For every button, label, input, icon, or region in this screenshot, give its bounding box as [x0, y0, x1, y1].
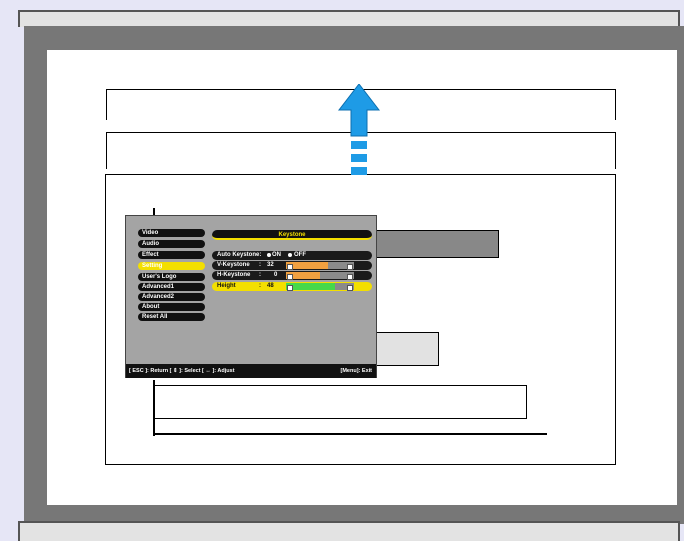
height-value: 48 — [267, 283, 274, 289]
slider-max-marker — [347, 264, 353, 270]
h-keystone-slider[interactable] — [286, 272, 354, 280]
arrow-up-icon — [335, 83, 383, 184]
menu-item-users-logo[interactable]: User's Logo — [138, 273, 205, 281]
menu-item-advanced2[interactable]: Advanced2 — [138, 293, 205, 301]
auto-keystone-label: Auto Keystone: — [217, 252, 262, 258]
h-keystone-value: 0 — [274, 272, 278, 278]
h-keystone-label: H-Keystone — [217, 272, 251, 278]
image-line-bottom — [153, 433, 547, 435]
slider-max-marker — [347, 285, 353, 291]
row-v-keystone[interactable]: V-Keystone : 32 — [212, 261, 372, 270]
row-h-keystone[interactable]: H-Keystone : 0 — [212, 271, 372, 280]
footer-exit: [Menu]: Exit — [340, 368, 372, 374]
v-keystone-slider[interactable] — [286, 262, 354, 270]
slider-max-marker — [347, 274, 353, 280]
osd-footer: [ ESC ]: Return [ ⇕ ]: Select [ ↔ ]: Adj… — [126, 364, 376, 378]
menu-item-advanced1[interactable]: Advanced1 — [138, 283, 205, 291]
auto-keystone-off[interactable]: OFF — [294, 251, 306, 260]
on-radio-icon[interactable] — [267, 253, 271, 257]
height-label: Height — [217, 283, 236, 289]
row-auto-keystone[interactable]: Auto Keystone: ON OFF — [212, 251, 372, 260]
slider-min-marker — [287, 285, 293, 291]
top-bar — [18, 10, 680, 27]
menu-item-audio[interactable]: Audio — [138, 240, 205, 248]
off-radio-icon[interactable] — [288, 253, 292, 257]
auto-keystone-on[interactable]: ON — [272, 251, 281, 260]
slider-min-marker — [287, 274, 293, 280]
height-fill — [286, 283, 335, 290]
h-keystone-colon: : — [259, 272, 261, 278]
osd-menu-window: Video Audio Effect Setting User's Logo A… — [125, 215, 377, 378]
menu-item-setting[interactable]: Setting — [138, 262, 205, 270]
bottom-bar — [18, 521, 680, 541]
image-block-gray — [365, 230, 499, 258]
v-keystone-colon: : — [259, 262, 261, 268]
footer-help: [ ESC ]: Return [ ⇕ ]: Select [ ↔ ]: Adj… — [129, 368, 235, 374]
row-height[interactable]: Height : 48 — [212, 282, 372, 291]
height-colon: : — [259, 283, 261, 289]
height-slider[interactable] — [286, 283, 354, 291]
v-keystone-label: V-Keystone — [217, 262, 250, 268]
menu-item-effect[interactable]: Effect — [138, 251, 205, 259]
menu-item-reset-all[interactable]: Reset All — [138, 313, 205, 321]
menu-item-about[interactable]: About — [138, 303, 205, 311]
image-line — [153, 380, 155, 436]
slider-min-marker — [287, 264, 293, 270]
v-keystone-value: 32 — [267, 262, 274, 268]
osd-title: Keystone — [212, 230, 372, 240]
menu-item-video[interactable]: Video — [138, 229, 205, 237]
image-bar-white — [153, 385, 527, 419]
